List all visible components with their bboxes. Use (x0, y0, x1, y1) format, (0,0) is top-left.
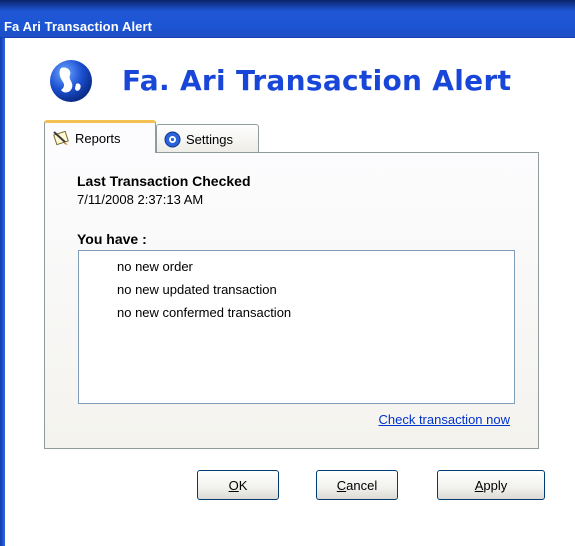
globe-hand-icon (50, 60, 92, 102)
app-heading: Fa. Ari Transaction Alert (122, 64, 512, 97)
title-bar[interactable]: Fa Ari Transaction Alert (0, 0, 575, 38)
check-transaction-link[interactable]: Check transaction now (378, 412, 510, 427)
ok-button-mnemonic: O (228, 477, 239, 493)
you-have-label: You have : (77, 231, 147, 247)
reports-panel: Last Transaction Checked 7/11/2008 2:37:… (44, 152, 539, 449)
last-checked-value: 7/11/2008 2:37:13 AM (77, 192, 204, 207)
tab-settings[interactable]: Settings (156, 124, 259, 154)
status-list[interactable]: no new order no new updated transaction … (78, 250, 515, 404)
list-item: no new updated transaction (117, 282, 277, 297)
apply-button[interactable]: Apply (437, 470, 545, 500)
list-item: no new confermed transaction (117, 305, 292, 320)
tab-reports-label: Reports (75, 130, 121, 146)
cancel-button[interactable]: Cancel (316, 470, 398, 500)
ok-button[interactable]: OK (197, 470, 279, 500)
cancel-button-label: ancel (346, 477, 378, 493)
apply-button-label: pply (483, 477, 508, 493)
gear-globe-icon (164, 131, 181, 148)
cancel-button-mnemonic: C (336, 477, 347, 493)
list-item: no new order (117, 259, 193, 274)
ok-button-label: K (238, 477, 248, 493)
tab-settings-label: Settings (186, 132, 233, 147)
tab-reports[interactable]: Reports (44, 120, 156, 153)
pen-note-icon (53, 130, 69, 146)
apply-button-mnemonic: A (474, 477, 484, 493)
window-title: Fa Ari Transaction Alert (4, 19, 153, 34)
last-checked-label: Last Transaction Checked (77, 173, 251, 189)
